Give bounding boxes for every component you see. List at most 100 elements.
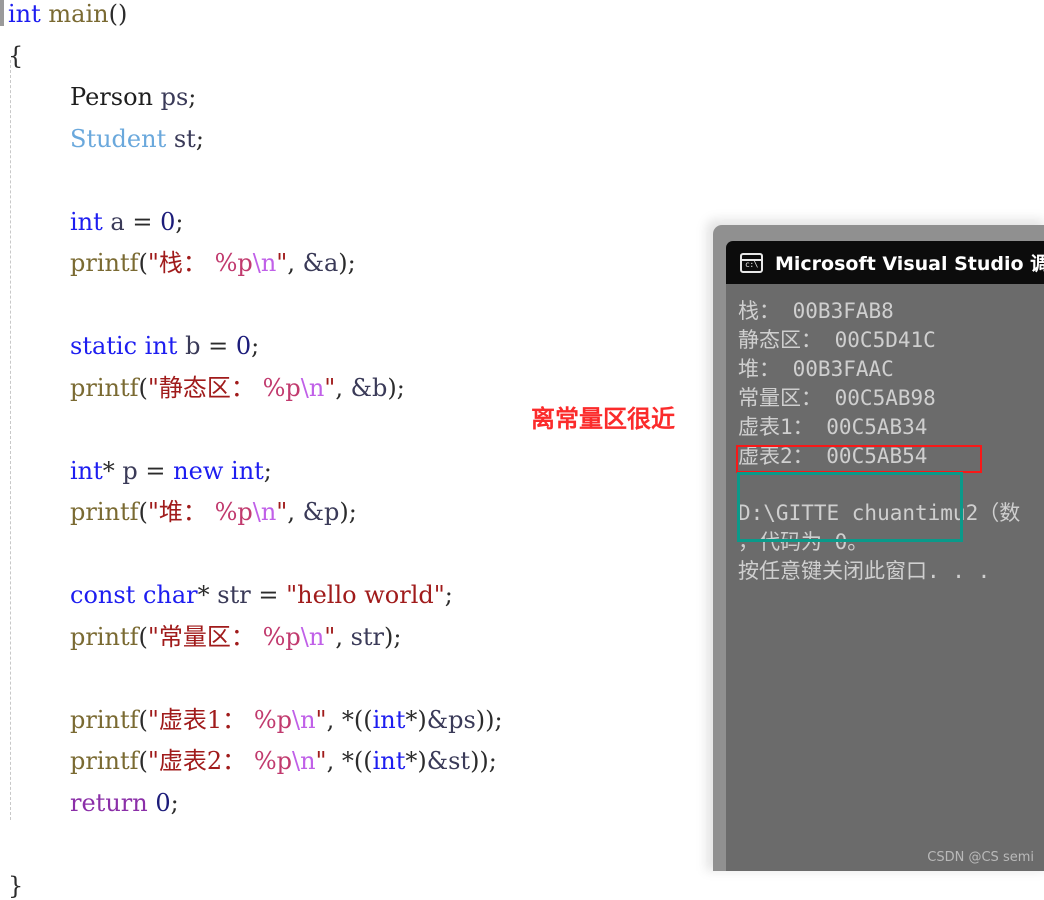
- code-token: );: [384, 622, 402, 651]
- code-token: ;: [263, 456, 272, 485]
- code-token: );: [338, 249, 356, 277]
- code-token: printf: [70, 705, 139, 734]
- code-token: st: [173, 124, 196, 153]
- code-token: ": [276, 498, 288, 526]
- code-token: );: [339, 498, 357, 526]
- code-line[interactable]: printf("栈： %p\n", &a);: [0, 251, 713, 276]
- code-token: ps: [160, 83, 189, 111]
- code-token: "栈：: [147, 249, 207, 277]
- code-token: ": [315, 705, 327, 734]
- code-token: (: [138, 705, 148, 734]
- code-token: %p: [253, 705, 292, 734]
- code-token: =: [250, 581, 287, 609]
- code-line[interactable]: int* p = new int;: [0, 456, 713, 485]
- code-token: %p: [214, 249, 253, 277]
- code-token: &ps: [426, 705, 476, 734]
- code-token: \n: [252, 249, 277, 277]
- code-line[interactable]: [0, 832, 713, 857]
- console-output-line: 常量区： 00C5AB98: [738, 386, 936, 410]
- console-window[interactable]: c:\ Microsoft Visual Studio 调试控 栈： 00B3F…: [713, 225, 1044, 871]
- code-line[interactable]: [0, 293, 713, 318]
- code-line[interactable]: int main(): [0, 2, 713, 27]
- code-line[interactable]: Student st;: [0, 124, 713, 153]
- code-token: *): [405, 705, 427, 734]
- code-token: Student: [70, 124, 167, 153]
- console-window-title: Microsoft Visual Studio 调试控: [775, 253, 1044, 275]
- console-footer-lines: D:\GITTE chuantimu2（数 ，代码为 0。 按任意键关闭此窗口. .…: [738, 499, 1044, 586]
- code-token: int: [372, 747, 406, 775]
- code-token: 0: [235, 332, 252, 360]
- code-token: \n: [300, 373, 325, 402]
- code-line[interactable]: return 0;: [0, 788, 713, 817]
- code-token: "虚表2：: [147, 747, 247, 775]
- code-line[interactable]: printf("虚表2： %p\n", *((int*)&st));: [0, 749, 713, 774]
- code-token: \n: [292, 705, 316, 734]
- code-token: const: [70, 581, 136, 609]
- code-token: );: [387, 373, 405, 402]
- code-line[interactable]: Person ps;: [0, 85, 713, 110]
- console-output-line: 虚表2： 00C5AB54: [738, 444, 928, 468]
- code-token: (: [138, 498, 148, 526]
- code-token: str: [350, 622, 385, 651]
- code-token: printf: [70, 373, 139, 402]
- code-token: (: [138, 373, 148, 402]
- code-token: "堆：: [147, 498, 207, 526]
- code-line[interactable]: [0, 168, 713, 193]
- code-line[interactable]: const char* str = "hello world";: [0, 583, 713, 608]
- code-token: ": [276, 249, 288, 277]
- code-token: "hello world": [286, 581, 445, 609]
- csdn-watermark: CSDN @CS semi: [927, 850, 1034, 865]
- code-token: }: [8, 871, 24, 900]
- code-line[interactable]: printf("常量区： %p\n", str);: [0, 622, 713, 651]
- code-token: 0: [160, 207, 176, 236]
- code-token: int: [144, 332, 178, 360]
- console-cmd-icon: c:\: [740, 252, 763, 273]
- code-line[interactable]: printf("堆： %p\n", &p);: [0, 500, 713, 525]
- console-output-lines: 栈： 00B3FAB8 静态区： 00C5D41C 堆： 00B3FAAC 常量区： …: [738, 297, 1044, 471]
- code-line[interactable]: static int b = 0;: [0, 334, 713, 359]
- code-token: ;: [170, 788, 179, 817]
- code-token: (: [138, 622, 148, 651]
- code-line[interactable]: printf("静态区： %p\n", &b);: [0, 373, 713, 402]
- console-output-area[interactable]: 栈： 00B3FAB8 静态区： 00C5D41C 堆： 00B3FAAC 常量区： …: [726, 284, 1044, 871]
- code-token: printf: [70, 747, 139, 775]
- code-line[interactable]: printf("虚表1： %p\n", *((int*)&ps));: [0, 705, 713, 734]
- code-token: ;: [251, 332, 260, 360]
- console-titlebar[interactable]: c:\ Microsoft Visual Studio 调试控: [726, 241, 1044, 284]
- code-token: =: [137, 456, 174, 485]
- code-token: \n: [292, 747, 316, 775]
- code-line[interactable]: [0, 666, 713, 691]
- code-token: \n: [252, 498, 277, 526]
- code-token: ,: [287, 498, 303, 526]
- code-token: 0: [155, 788, 171, 817]
- code-token: static: [70, 332, 138, 360]
- code-token: "虚表1：: [147, 705, 247, 734]
- console-output-line: 栈： 00B3FAB8: [738, 299, 894, 323]
- code-editor[interactable]: int main() { Person ps; Student st; int a =…: [0, 0, 713, 898]
- code-token: ;: [188, 83, 197, 111]
- code-token: b: [185, 332, 201, 360]
- console-cmd-icon-glyph: c:\: [745, 259, 758, 269]
- code-token: *: [197, 581, 218, 609]
- code-token: , *((: [326, 747, 373, 775]
- code-token: {: [8, 41, 24, 70]
- code-token: (): [108, 0, 128, 28]
- code-token: int: [231, 456, 264, 485]
- red-annotation-label: 离常量区很近: [531, 405, 675, 433]
- code-token: ));: [475, 705, 503, 734]
- code-token: &p: [302, 498, 340, 526]
- code-token: (: [138, 249, 148, 277]
- code-line[interactable]: [0, 542, 713, 567]
- code-line[interactable]: int a = 0;: [0, 207, 713, 236]
- console-output-line: 静态区： 00C5D41C: [738, 328, 936, 352]
- code-line[interactable]: {: [0, 41, 713, 70]
- code-token: int: [8, 0, 41, 28]
- code-line[interactable]: }: [0, 871, 713, 900]
- code-token: %p: [253, 747, 292, 775]
